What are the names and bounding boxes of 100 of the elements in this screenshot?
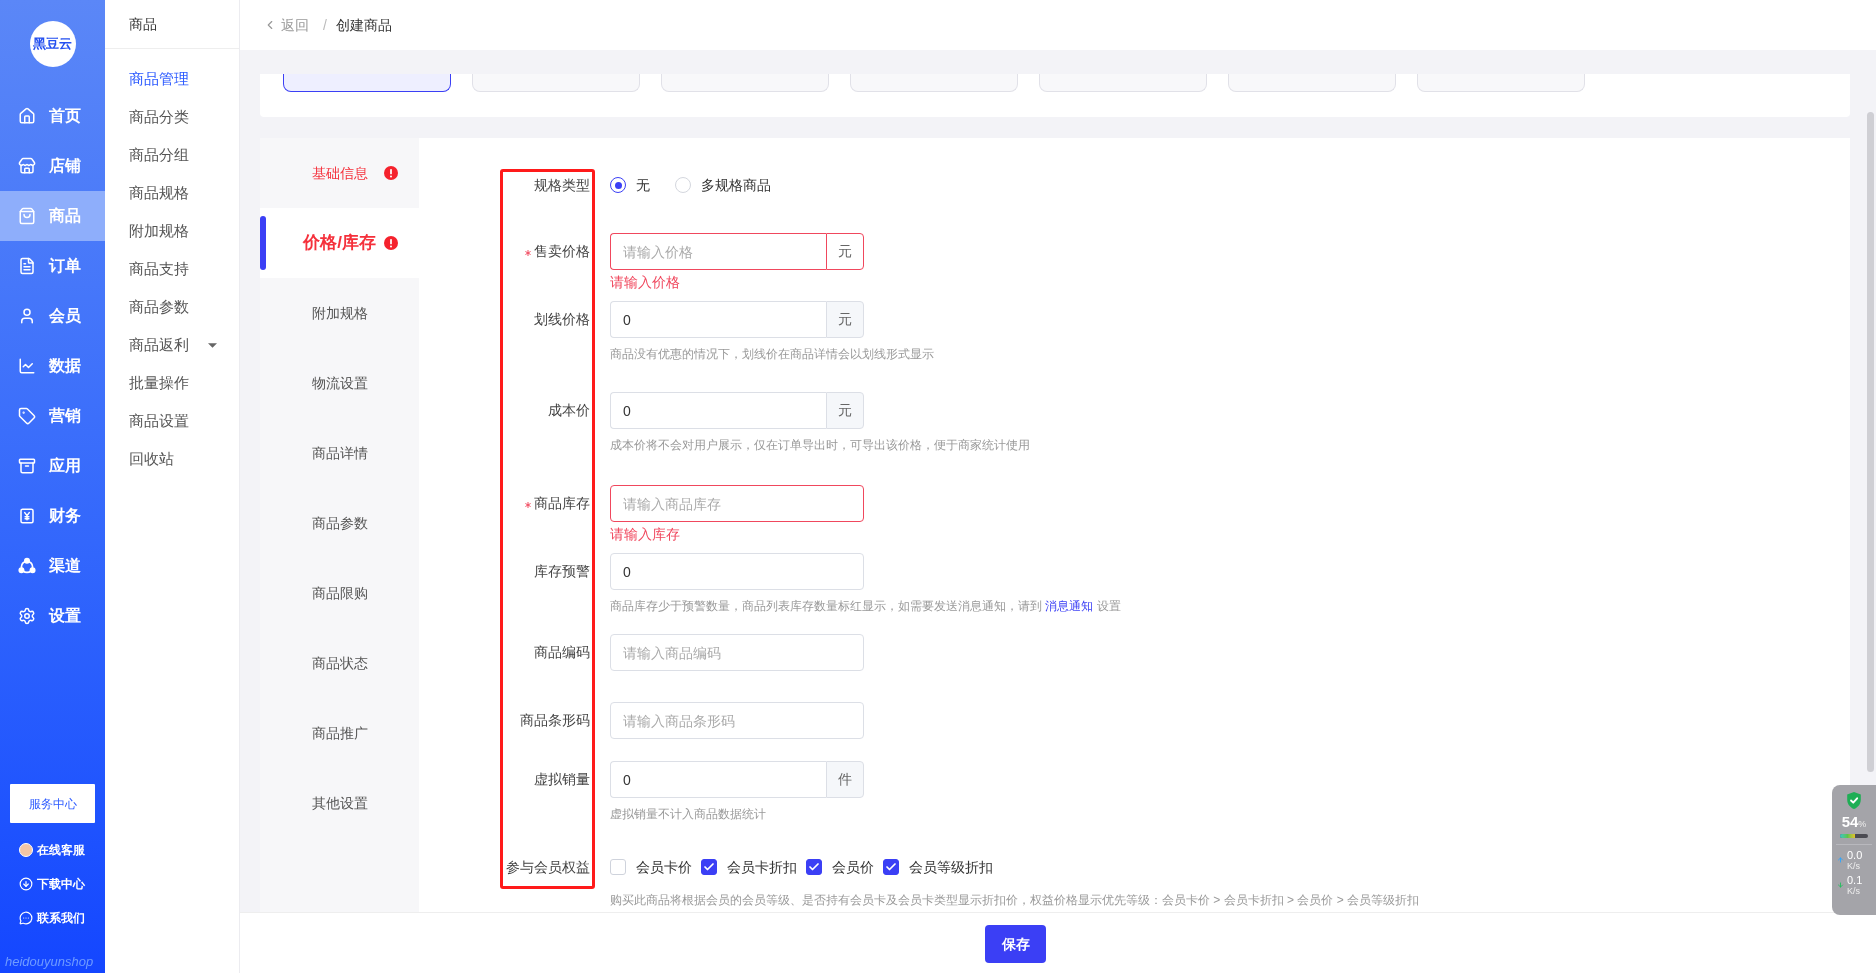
nav-item[interactable]: 首页 xyxy=(0,91,105,141)
service-center-button[interactable]: 服务中心 xyxy=(10,784,95,823)
checkbox[interactable] xyxy=(701,859,717,875)
section-tab[interactable]: 商品状态 xyxy=(260,628,419,698)
selection-bar xyxy=(260,216,266,270)
section-tab[interactable]: 其他设置 xyxy=(260,768,419,838)
yen-square-icon xyxy=(18,507,36,525)
nav-item[interactable]: 渠道 xyxy=(0,541,105,591)
upload-speed: 0.0 xyxy=(1847,848,1863,861)
input-field[interactable]: 0 xyxy=(610,301,826,338)
tag-icon xyxy=(18,407,36,425)
checkbox[interactable] xyxy=(806,859,822,875)
shield-check-icon xyxy=(1847,792,1861,809)
download-speed: 0.1 xyxy=(1847,873,1863,886)
submenu-item[interactable]: 商品管理 xyxy=(105,60,239,98)
checkbox-label: 会员卡折扣 xyxy=(727,857,797,877)
section-tab[interactable]: 物流设置 xyxy=(260,348,419,418)
usage-unit: % xyxy=(1858,819,1867,831)
submenu-item[interactable]: 商品分类 xyxy=(105,98,239,136)
option-card[interactable] xyxy=(283,74,451,92)
field-label: 虚拟销量 xyxy=(534,770,590,789)
input-field[interactable]: 0 xyxy=(610,553,864,590)
field-label: 商品条形码 xyxy=(520,711,590,730)
check-icon xyxy=(703,861,715,873)
notification-link[interactable]: 消息通知 xyxy=(1045,599,1094,613)
input-field[interactable]: 0 xyxy=(610,392,826,429)
unit-addon: 元 xyxy=(826,301,864,338)
section-tab[interactable]: 价格/库存 xyxy=(260,208,419,278)
section-tab[interactable]: 附加规格 xyxy=(260,278,419,348)
hint-text: 购买此商品将根据会员的会员等级、是否持有会员卡及会员卡类型显示折扣价，权益价格显示优先等级：会员卡价 > 会员卡折扣 > 会员价 > 会员等级折扣 xyxy=(610,892,1420,909)
input-field[interactable]: 请输入价格 xyxy=(610,233,826,270)
submenu-item[interactable]: 商品设置 xyxy=(105,402,239,440)
download-icon xyxy=(19,877,33,891)
nav-item[interactable]: 会员 xyxy=(0,291,105,341)
usage-percent: 54 xyxy=(1841,813,1859,831)
error-message: 请输入价格 xyxy=(610,274,680,290)
section-tab[interactable]: 基础信息 xyxy=(260,138,419,208)
checkbox-label: 会员等级折扣 xyxy=(909,857,993,877)
submenu-item[interactable]: 商品参数 xyxy=(105,288,239,326)
hint-text: 商品库存少于预警数量，商品列表库存数量标红显示，如需要发送消息通知，请到 消息通知 设置 xyxy=(610,598,1121,615)
input-field[interactable]: 请输入商品库存 xyxy=(610,485,864,522)
hint-text: 商品没有优惠的情况下，划线价在商品详情会以划线形式显示 xyxy=(610,346,934,363)
nav-item[interactable]: 应用 xyxy=(0,441,105,491)
ring-nodes-icon xyxy=(18,557,36,575)
hint-text: 成本价将不会对用户展示，仅在订单导出时，可导出该价格，便于商家统计使用 xyxy=(610,437,1030,454)
submenu-item[interactable]: 附加规格 xyxy=(105,212,239,250)
nav-item[interactable]: 订单 xyxy=(0,241,105,291)
nav-item[interactable]: 店铺 xyxy=(0,141,105,191)
input-field[interactable]: 0 xyxy=(610,761,826,798)
breadcrumb-current: 创建商品 xyxy=(335,15,392,35)
download-arrow-icon xyxy=(1837,879,1844,890)
field-label: 参与会员权益 xyxy=(506,857,590,877)
home-icon xyxy=(18,107,36,125)
field-label: 商品库存 xyxy=(534,494,590,513)
field-label: 划线价格 xyxy=(534,310,590,329)
section-tab[interactable]: 商品推广 xyxy=(260,698,419,768)
error-message: 请输入库存 xyxy=(610,526,680,542)
section-tab[interactable]: 商品参数 xyxy=(260,488,419,558)
speed-unit: K/s xyxy=(1847,860,1860,871)
unit-addon: 元 xyxy=(826,233,864,270)
document-icon xyxy=(18,257,36,275)
avatar-icon xyxy=(19,843,33,857)
checkbox[interactable] xyxy=(883,859,899,875)
sidebar-link[interactable]: 在线客服 xyxy=(0,833,105,867)
chat-bubble-icon xyxy=(19,911,33,925)
line-chart-icon xyxy=(18,357,36,375)
submenu-item[interactable]: 商品返利 xyxy=(105,326,239,364)
section-tab[interactable]: 商品限购 xyxy=(260,558,419,628)
checkbox-label: 会员价 xyxy=(832,857,874,877)
breadcrumb-separator: / xyxy=(323,15,327,35)
speed-unit: K/s xyxy=(1847,885,1860,896)
checkbox-label: 会员卡价 xyxy=(636,857,692,877)
check-icon xyxy=(885,861,897,873)
logo[interactable]: 黑豆云 xyxy=(29,21,76,67)
sidebar-link[interactable]: 下载中心 xyxy=(0,867,105,901)
radio-button[interactable] xyxy=(610,177,626,193)
field-label: 规格类型 xyxy=(534,175,590,195)
field-label: 成本价 xyxy=(548,401,590,420)
sidebar-link[interactable]: 联系我们 xyxy=(0,901,105,935)
radio-label: 多规格商品 xyxy=(701,175,771,195)
save-button[interactable]: 保存 xyxy=(985,925,1046,963)
submenu-item[interactable]: 商品规格 xyxy=(105,174,239,212)
user-icon xyxy=(18,307,36,325)
submenu-item[interactable]: 回收站 xyxy=(105,440,239,478)
nav-item[interactable]: 设置 xyxy=(0,591,105,641)
store-icon xyxy=(18,157,36,175)
submenu-title: 商品 xyxy=(129,14,157,34)
nav-item[interactable]: 财务 xyxy=(0,491,105,541)
submenu-item[interactable]: 商品分组 xyxy=(105,136,239,174)
hint-text: 虚拟销量不计入商品数据统计 xyxy=(610,806,766,823)
unit-addon: 件 xyxy=(826,761,864,798)
submenu-item[interactable]: 批量操作 xyxy=(105,364,239,402)
radio-label: 无 xyxy=(636,175,650,195)
settings-icon xyxy=(18,607,36,625)
nav-item[interactable]: 数据 xyxy=(0,341,105,391)
archive-box-icon xyxy=(18,457,36,475)
section-tab[interactable]: 商品详情 xyxy=(260,418,419,488)
submenu-item[interactable]: 商品支持 xyxy=(105,250,239,288)
nav-item[interactable]: 营销 xyxy=(0,391,105,441)
scrollbar-thumb[interactable] xyxy=(1867,112,1874,772)
